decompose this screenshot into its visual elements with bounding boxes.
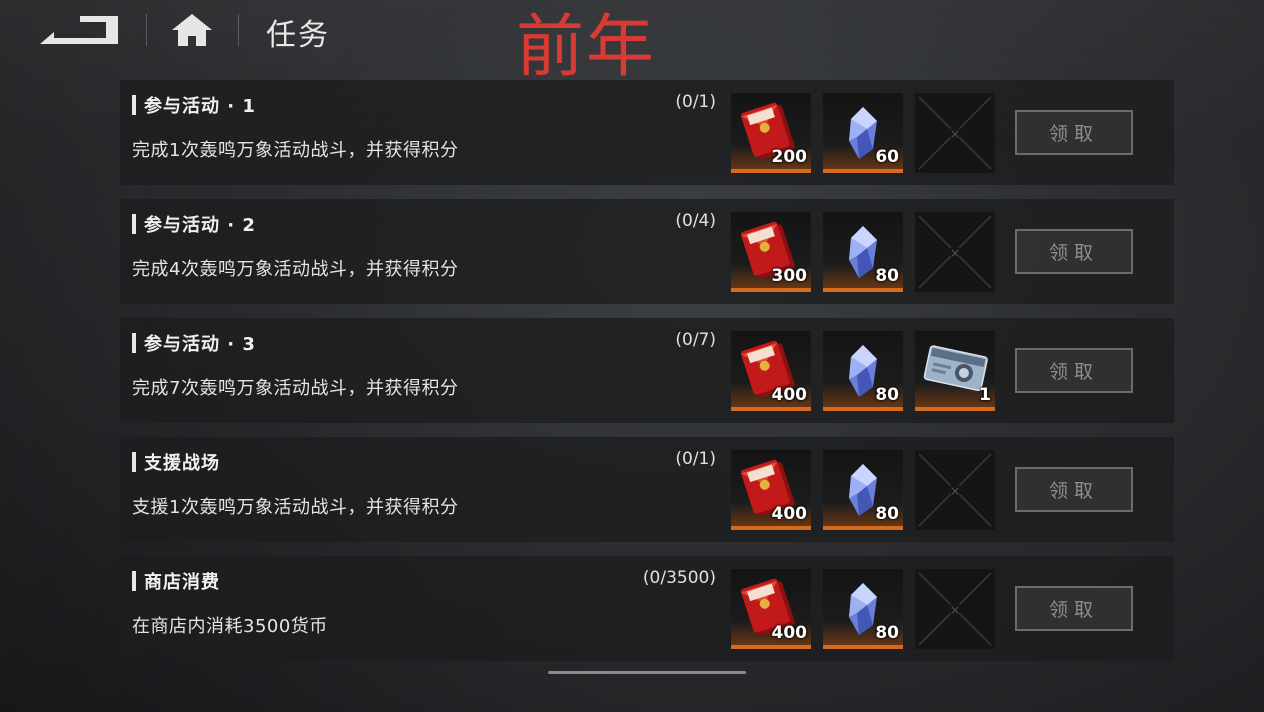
reward-quantity: 400	[771, 623, 808, 643]
claim-button[interactable]: 领取	[1015, 467, 1133, 512]
title-marker	[132, 333, 136, 353]
title-marker	[132, 95, 136, 115]
reward-slot-crystal[interactable]: 60	[823, 93, 903, 173]
empty-slot-icon: ×	[918, 453, 992, 527]
reward-quantity: 80	[875, 266, 899, 286]
reward-slot-crystal[interactable]: 80	[823, 331, 903, 411]
task-description: 支援1次轰鸣万象活动战斗，并获得积分	[132, 497, 459, 518]
title-marker	[132, 214, 136, 234]
task-title-wrap: 参与活动 · 3	[132, 330, 256, 356]
reward-quantity: 1	[979, 385, 991, 405]
reward-quantity: 80	[875, 504, 899, 524]
reward-slot-empty: ×	[915, 569, 995, 649]
task-description: 完成7次轰鸣万象活动战斗，并获得积分	[132, 378, 459, 399]
empty-slot-icon: ×	[918, 96, 992, 170]
task-title: 参与活动 · 1	[144, 96, 256, 117]
task-list: 参与活动 · 1 (0/1) 完成1次轰鸣万象活动战斗，并获得积分 200 60…	[120, 80, 1174, 675]
claim-button[interactable]: 领取	[1015, 110, 1133, 155]
claim-button[interactable]: 领取	[1015, 229, 1133, 274]
scroll-indicator[interactable]	[548, 671, 746, 674]
task-title: 参与活动 · 3	[144, 334, 256, 355]
task-title-wrap: 参与活动 · 2	[132, 211, 256, 237]
separator	[146, 14, 147, 46]
task-row: 支援战场 (0/1) 支援1次轰鸣万象活动战斗，并获得积分 400 80 × 领…	[120, 437, 1174, 542]
home-button[interactable]	[170, 12, 214, 48]
svg-text:×: ×	[950, 484, 960, 498]
svg-text:×: ×	[950, 246, 960, 260]
empty-slot-icon: ×	[918, 572, 992, 646]
svg-text:×: ×	[950, 603, 960, 617]
reward-slot-ticket[interactable]: 1	[915, 331, 995, 411]
overlay-text: 前年	[516, 8, 657, 87]
task-progress: (0/1)	[675, 92, 716, 112]
task-progress: (0/3500)	[642, 568, 716, 588]
empty-slot-icon: ×	[918, 215, 992, 289]
reward-slot-red-envelope[interactable]: 300	[731, 212, 811, 292]
reward-quantity: 300	[771, 266, 808, 286]
claim-button[interactable]: 领取	[1015, 586, 1133, 631]
reward-slot-red-envelope[interactable]: 400	[731, 331, 811, 411]
reward-slot-crystal[interactable]: 80	[823, 212, 903, 292]
reward-slot-crystal[interactable]: 80	[823, 569, 903, 649]
reward-quantity: 80	[875, 623, 899, 643]
home-icon	[172, 14, 212, 46]
back-button[interactable]	[40, 14, 122, 46]
reward-slot-empty: ×	[915, 93, 995, 173]
task-description: 完成4次轰鸣万象活动战斗，并获得积分	[132, 259, 459, 280]
reward-quantity: 200	[771, 147, 808, 167]
claim-button[interactable]: 领取	[1015, 348, 1133, 393]
reward-slot-empty: ×	[915, 450, 995, 530]
separator	[238, 14, 239, 46]
task-title: 支援战场	[144, 453, 220, 474]
reward-slot-red-envelope[interactable]: 200	[731, 93, 811, 173]
task-description: 在商店内消耗3500货币	[132, 616, 328, 637]
task-row: 参与活动 · 2 (0/4) 完成4次轰鸣万象活动战斗，并获得积分 300 80…	[120, 199, 1174, 304]
reward-slot-empty: ×	[915, 212, 995, 292]
task-title: 参与活动 · 2	[144, 215, 256, 236]
task-title-wrap: 参与活动 · 1	[132, 92, 256, 118]
title-marker	[132, 571, 136, 591]
task-title: 商店消费	[144, 572, 220, 593]
task-row: 参与活动 · 3 (0/7) 完成7次轰鸣万象活动战斗，并获得积分 400 80…	[120, 318, 1174, 423]
task-row: 商店消费 (0/3500) 在商店内消耗3500货币 400 80 × 领取	[120, 556, 1174, 661]
task-description: 完成1次轰鸣万象活动战斗，并获得积分	[132, 140, 459, 161]
reward-quantity: 400	[771, 504, 808, 524]
reward-slot-red-envelope[interactable]: 400	[731, 569, 811, 649]
svg-text:×: ×	[950, 127, 960, 141]
reward-quantity: 80	[875, 385, 899, 405]
task-progress: (0/1)	[675, 449, 716, 469]
title-marker	[132, 452, 136, 472]
reward-slot-red-envelope[interactable]: 400	[731, 450, 811, 530]
task-progress: (0/7)	[675, 330, 716, 350]
reward-quantity: 60	[875, 147, 899, 167]
task-row: 参与活动 · 1 (0/1) 完成1次轰鸣万象活动战斗，并获得积分 200 60…	[120, 80, 1174, 185]
reward-quantity: 400	[771, 385, 808, 405]
reward-slot-crystal[interactable]: 80	[823, 450, 903, 530]
task-title-wrap: 商店消费	[132, 568, 220, 594]
task-progress: (0/4)	[675, 211, 716, 231]
task-title-wrap: 支援战场	[132, 449, 220, 475]
page-title: 任务	[266, 18, 330, 53]
back-arrow-icon	[40, 16, 118, 44]
